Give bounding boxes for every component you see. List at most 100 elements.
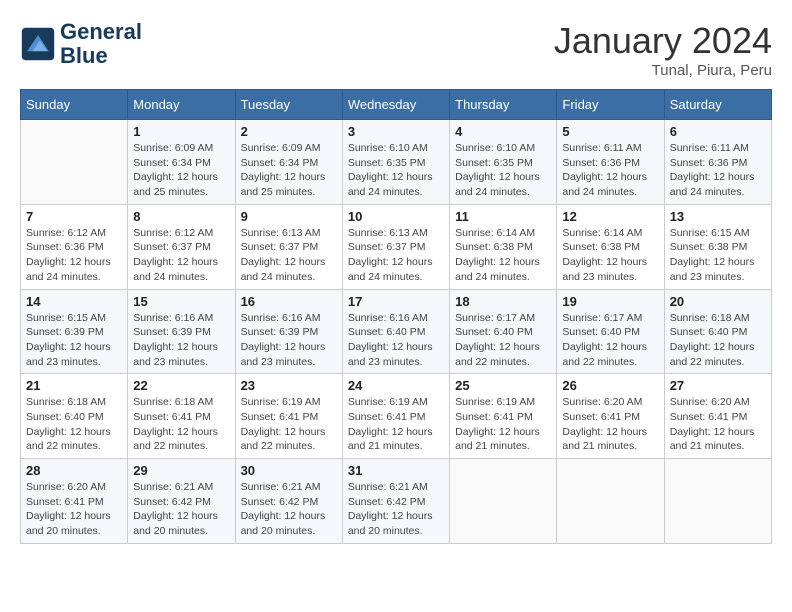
day-info: Sunrise: 6:16 AM Sunset: 6:39 PM Dayligh… — [241, 311, 337, 370]
logo: General Blue — [20, 20, 142, 68]
day-info: Sunrise: 6:15 AM Sunset: 6:39 PM Dayligh… — [26, 311, 122, 370]
day-info: Sunrise: 6:09 AM Sunset: 6:34 PM Dayligh… — [133, 141, 229, 200]
day-info: Sunrise: 6:11 AM Sunset: 6:36 PM Dayligh… — [562, 141, 658, 200]
day-info: Sunrise: 6:09 AM Sunset: 6:34 PM Dayligh… — [241, 141, 337, 200]
logo-text: General Blue — [60, 20, 142, 68]
day-info: Sunrise: 6:20 AM Sunset: 6:41 PM Dayligh… — [26, 480, 122, 539]
calendar-day-cell: 28 Sunrise: 6:20 AM Sunset: 6:41 PM Dayli… — [21, 459, 128, 544]
day-number: 1 — [133, 124, 229, 139]
calendar-day-cell: 26 Sunrise: 6:20 AM Sunset: 6:41 PM Dayli… — [557, 374, 664, 459]
calendar-week-row: 28 Sunrise: 6:20 AM Sunset: 6:41 PM Dayli… — [21, 459, 772, 544]
day-info: Sunrise: 6:21 AM Sunset: 6:42 PM Dayligh… — [133, 480, 229, 539]
day-info: Sunrise: 6:10 AM Sunset: 6:35 PM Dayligh… — [348, 141, 444, 200]
day-number: 18 — [455, 294, 551, 309]
day-number: 11 — [455, 209, 551, 224]
day-info: Sunrise: 6:12 AM Sunset: 6:36 PM Dayligh… — [26, 226, 122, 285]
calendar-day-cell: 18 Sunrise: 6:17 AM Sunset: 6:40 PM Dayli… — [450, 289, 557, 374]
calendar-day-cell: 27 Sunrise: 6:20 AM Sunset: 6:41 PM Dayli… — [664, 374, 771, 459]
day-info: Sunrise: 6:16 AM Sunset: 6:39 PM Dayligh… — [133, 311, 229, 370]
day-info: Sunrise: 6:14 AM Sunset: 6:38 PM Dayligh… — [455, 226, 551, 285]
day-number: 29 — [133, 463, 229, 478]
day-number: 5 — [562, 124, 658, 139]
day-info: Sunrise: 6:18 AM Sunset: 6:41 PM Dayligh… — [133, 395, 229, 454]
calendar-day-cell: 1 Sunrise: 6:09 AM Sunset: 6:34 PM Daylig… — [128, 120, 235, 205]
day-of-week-header: Sunday — [21, 90, 128, 120]
day-info: Sunrise: 6:19 AM Sunset: 6:41 PM Dayligh… — [241, 395, 337, 454]
month-title: January 2024 — [554, 20, 772, 62]
day-number: 6 — [670, 124, 766, 139]
calendar-table: SundayMondayTuesdayWednesdayThursdayFrid… — [20, 89, 772, 544]
day-info: Sunrise: 6:14 AM Sunset: 6:38 PM Dayligh… — [562, 226, 658, 285]
title-block: January 2024 Tunal, Piura, Peru — [554, 20, 772, 79]
calendar-day-cell: 31Sunrise: 6:21 AM Sunset: 6:42 PM Dayli… — [342, 459, 449, 544]
day-number: 25 — [455, 378, 551, 393]
calendar-day-cell: 25 Sunrise: 6:19 AM Sunset: 6:41 PM Dayli… — [450, 374, 557, 459]
day-of-week-header: Monday — [128, 90, 235, 120]
calendar-week-row: 7Sunrise: 6:12 AM Sunset: 6:36 PM Daylig… — [21, 204, 772, 289]
day-number: 24 — [348, 378, 444, 393]
day-of-week-header: Thursday — [450, 90, 557, 120]
calendar-day-cell — [557, 459, 664, 544]
day-info: Sunrise: 6:13 AM Sunset: 6:37 PM Dayligh… — [348, 226, 444, 285]
calendar-day-cell — [664, 459, 771, 544]
day-of-week-header: Wednesday — [342, 90, 449, 120]
calendar-week-row: 21 Sunrise: 6:18 AM Sunset: 6:40 PM Dayli… — [21, 374, 772, 459]
calendar-day-cell: 10 Sunrise: 6:13 AM Sunset: 6:37 PM Dayli… — [342, 204, 449, 289]
day-number: 2 — [241, 124, 337, 139]
calendar-day-cell: 7Sunrise: 6:12 AM Sunset: 6:36 PM Daylig… — [21, 204, 128, 289]
day-of-week-header: Saturday — [664, 90, 771, 120]
day-info: Sunrise: 6:20 AM Sunset: 6:41 PM Dayligh… — [562, 395, 658, 454]
page-header: General Blue January 2024 Tunal, Piura, … — [20, 20, 772, 79]
calendar-day-cell: 17 Sunrise: 6:16 AM Sunset: 6:40 PM Dayli… — [342, 289, 449, 374]
calendar-day-cell: 4 Sunrise: 6:10 AM Sunset: 6:35 PM Daylig… — [450, 120, 557, 205]
day-number: 17 — [348, 294, 444, 309]
day-info: Sunrise: 6:19 AM Sunset: 6:41 PM Dayligh… — [455, 395, 551, 454]
day-info: Sunrise: 6:20 AM Sunset: 6:41 PM Dayligh… — [670, 395, 766, 454]
calendar-header-row: SundayMondayTuesdayWednesdayThursdayFrid… — [21, 90, 772, 120]
calendar-day-cell: 3Sunrise: 6:10 AM Sunset: 6:35 PM Daylig… — [342, 120, 449, 205]
day-info: Sunrise: 6:17 AM Sunset: 6:40 PM Dayligh… — [562, 311, 658, 370]
day-number: 31 — [348, 463, 444, 478]
day-info: Sunrise: 6:18 AM Sunset: 6:40 PM Dayligh… — [670, 311, 766, 370]
day-number: 20 — [670, 294, 766, 309]
calendar-day-cell: 20 Sunrise: 6:18 AM Sunset: 6:40 PM Dayli… — [664, 289, 771, 374]
day-number: 4 — [455, 124, 551, 139]
day-number: 9 — [241, 209, 337, 224]
calendar-day-cell: 19 Sunrise: 6:17 AM Sunset: 6:40 PM Dayli… — [557, 289, 664, 374]
day-info: Sunrise: 6:16 AM Sunset: 6:40 PM Dayligh… — [348, 311, 444, 370]
day-of-week-header: Tuesday — [235, 90, 342, 120]
day-info: Sunrise: 6:13 AM Sunset: 6:37 PM Dayligh… — [241, 226, 337, 285]
calendar-day-cell: 22Sunrise: 6:18 AM Sunset: 6:41 PM Dayli… — [128, 374, 235, 459]
day-info: Sunrise: 6:12 AM Sunset: 6:37 PM Dayligh… — [133, 226, 229, 285]
day-info: Sunrise: 6:17 AM Sunset: 6:40 PM Dayligh… — [455, 311, 551, 370]
calendar-day-cell: 8Sunrise: 6:12 AM Sunset: 6:37 PM Daylig… — [128, 204, 235, 289]
calendar-day-cell: 23 Sunrise: 6:19 AM Sunset: 6:41 PM Dayli… — [235, 374, 342, 459]
calendar-day-cell — [450, 459, 557, 544]
calendar-day-cell: 9 Sunrise: 6:13 AM Sunset: 6:37 PM Daylig… — [235, 204, 342, 289]
day-number: 28 — [26, 463, 122, 478]
calendar-day-cell: 24Sunrise: 6:19 AM Sunset: 6:41 PM Dayli… — [342, 374, 449, 459]
day-info: Sunrise: 6:15 AM Sunset: 6:38 PM Dayligh… — [670, 226, 766, 285]
calendar-week-row: 14 Sunrise: 6:15 AM Sunset: 6:39 PM Dayli… — [21, 289, 772, 374]
day-of-week-header: Friday — [557, 90, 664, 120]
calendar-day-cell: 5 Sunrise: 6:11 AM Sunset: 6:36 PM Daylig… — [557, 120, 664, 205]
day-number: 14 — [26, 294, 122, 309]
day-number: 19 — [562, 294, 658, 309]
calendar-day-cell: 2 Sunrise: 6:09 AM Sunset: 6:34 PM Daylig… — [235, 120, 342, 205]
day-number: 12 — [562, 209, 658, 224]
day-number: 21 — [26, 378, 122, 393]
day-number: 26 — [562, 378, 658, 393]
calendar-week-row: 1 Sunrise: 6:09 AM Sunset: 6:34 PM Daylig… — [21, 120, 772, 205]
day-number: 30 — [241, 463, 337, 478]
location-subtitle: Tunal, Piura, Peru — [554, 62, 772, 79]
day-info: Sunrise: 6:18 AM Sunset: 6:40 PM Dayligh… — [26, 395, 122, 454]
calendar-day-cell: 16Sunrise: 6:16 AM Sunset: 6:39 PM Dayli… — [235, 289, 342, 374]
day-number: 27 — [670, 378, 766, 393]
calendar-day-cell: 11 Sunrise: 6:14 AM Sunset: 6:38 PM Dayli… — [450, 204, 557, 289]
day-info: Sunrise: 6:10 AM Sunset: 6:35 PM Dayligh… — [455, 141, 551, 200]
calendar-day-cell: 12 Sunrise: 6:14 AM Sunset: 6:38 PM Dayli… — [557, 204, 664, 289]
calendar-body: 1 Sunrise: 6:09 AM Sunset: 6:34 PM Daylig… — [21, 120, 772, 544]
day-number: 23 — [241, 378, 337, 393]
calendar-day-cell: 6Sunrise: 6:11 AM Sunset: 6:36 PM Daylig… — [664, 120, 771, 205]
day-number: 10 — [348, 209, 444, 224]
